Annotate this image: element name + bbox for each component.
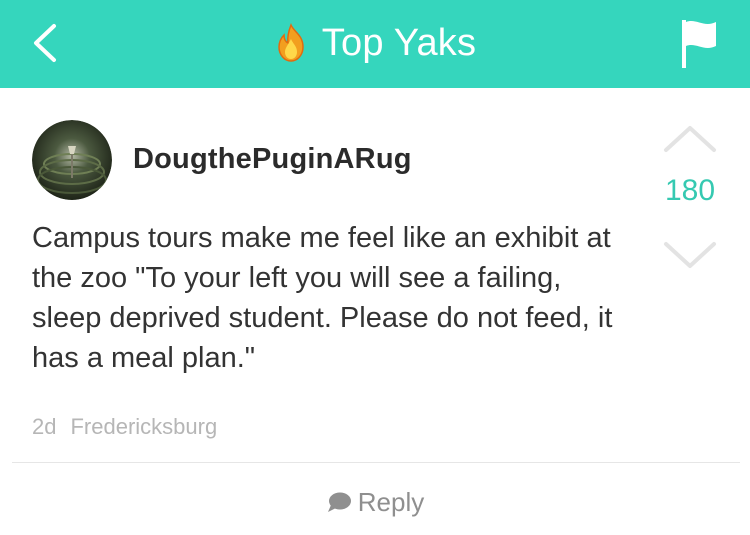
page-title: Top Yaks xyxy=(321,21,477,64)
post-body: Campus tours make me feel like an exhibi… xyxy=(32,222,613,374)
speech-bubble-icon xyxy=(327,492,351,512)
chevron-down-icon xyxy=(664,242,716,268)
upvote-button[interactable] xyxy=(660,120,720,154)
flag-icon xyxy=(682,20,716,68)
avatar-image xyxy=(32,120,112,200)
report-flag-button[interactable] xyxy=(676,16,724,70)
title-group: Top Yaks xyxy=(0,14,750,72)
username[interactable]: DougthePuginARug xyxy=(133,143,412,176)
reply-button[interactable]: Reply xyxy=(0,482,750,522)
chevron-up-icon xyxy=(664,126,716,152)
yak-post: DougthePuginARug Campus tours make me fe… xyxy=(0,88,750,535)
post-location: Fredericksburg xyxy=(70,414,218,439)
divider xyxy=(12,462,740,463)
top-bar: Top Yaks xyxy=(0,0,750,88)
yak-detail-screen: Top Yaks DougthePuginARug Campus tours m… xyxy=(0,0,750,535)
post-time: 2d xyxy=(32,414,57,439)
fire-icon xyxy=(278,23,304,62)
vote-score: 180 xyxy=(664,174,716,207)
post-meta: 2d Fredericksburg xyxy=(32,414,217,440)
avatar[interactable] xyxy=(32,120,112,200)
downvote-button[interactable] xyxy=(660,238,720,272)
reply-label: Reply xyxy=(357,486,425,517)
